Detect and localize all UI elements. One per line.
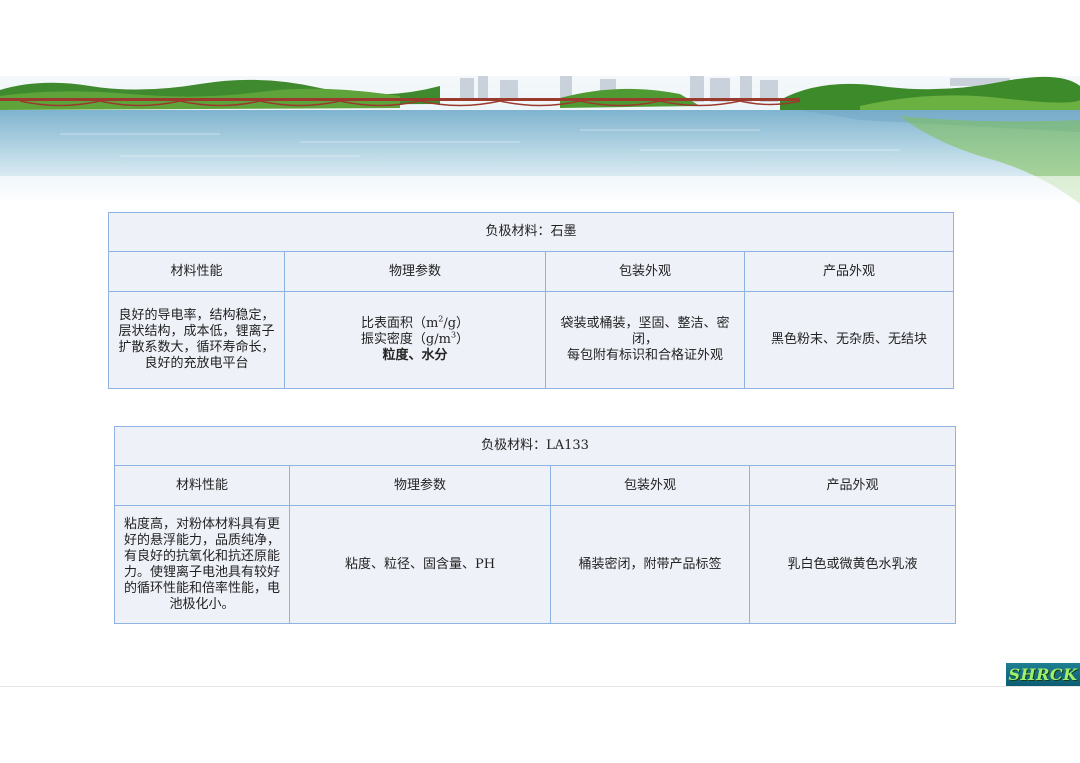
physical-params-cell: 比表面积（m2/g） 振实密度（g/m3） 粒度、水分 (284, 291, 546, 389)
appearance-cell: 乳白色或微黄色水乳液 (748, 505, 957, 624)
header-packaging: 包装外观 (545, 251, 745, 292)
header-banner-image (0, 76, 1080, 204)
text-line: 的循环性能和倍率性能，电 (123, 580, 280, 596)
table-title: 负极材料：石墨 (107, 212, 955, 252)
la133-table: 负极材料：LA133 材料性能 物理参数 包装外观 产品外观 粘度高，对粉体材料… (113, 426, 957, 624)
performance-cell: 良好的导电率，结构稳定， 层状结构，成本低，锂离子 扩散系数大，循环寿命长， 良… (108, 291, 285, 389)
appearance-cell: 黑色粉末、无杂质、无结块 (743, 291, 955, 389)
text-line: 每包附有标识和合格证外观 (566, 348, 723, 363)
header-physical-params: 物理参数 (289, 465, 551, 506)
text-line: 良好的导电率，结构稳定， (118, 308, 275, 323)
text-line: 粘度高，对粉体材料具有更 (123, 516, 280, 532)
text-line: 层状结构，成本低，锂离子 (118, 324, 275, 339)
text-line: 袋装或桶装，坚固、整洁、密闭， (560, 316, 730, 347)
text-line: 力。使锂离子电池具有较好 (123, 564, 280, 580)
tap-density-line: 振实密度（g/m3） (360, 330, 470, 347)
header-performance: 材料性能 (108, 251, 285, 292)
header-physical-params: 物理参数 (284, 251, 546, 292)
header-packaging: 包装外观 (550, 465, 750, 506)
surface-area-line: 比表面积（m2/g） (360, 314, 470, 331)
brand-logo: SHRCK (1006, 663, 1080, 686)
performance-cell: 粘度高，对粉体材料具有更 好的悬浮能力，品质纯净， 有良好的抗氧化和抗还原能 力… (114, 505, 290, 624)
header-appearance: 产品外观 (743, 251, 955, 292)
packaging-cell: 桶装密闭，附带产品标签 (550, 505, 750, 624)
text-line: 有良好的抗氧化和抗还原能 (123, 548, 280, 564)
text-line: 池极化小。 (169, 596, 235, 612)
footer-divider (0, 686, 1080, 687)
physical-params-cell: 粘度、粒径、固含量、PH (289, 505, 551, 624)
text-line: 良好的充放电平台 (144, 356, 249, 371)
header-appearance: 产品外观 (748, 465, 957, 506)
other-params-line: 粒度、水分 (382, 348, 448, 363)
graphite-table: 负极材料：石墨 材料性能 物理参数 包装外观 产品外观 良好的导电率，结构稳定，… (107, 212, 955, 389)
text-line: 好的悬浮能力，品质纯净， (123, 532, 280, 548)
text-line: 扩散系数大，循环寿命长， (118, 340, 275, 355)
header-performance: 材料性能 (114, 465, 290, 506)
table-title: 负极材料：LA133 (113, 426, 957, 466)
packaging-cell: 袋装或桶装，坚固、整洁、密闭， 每包附有标识和合格证外观 (545, 291, 745, 389)
